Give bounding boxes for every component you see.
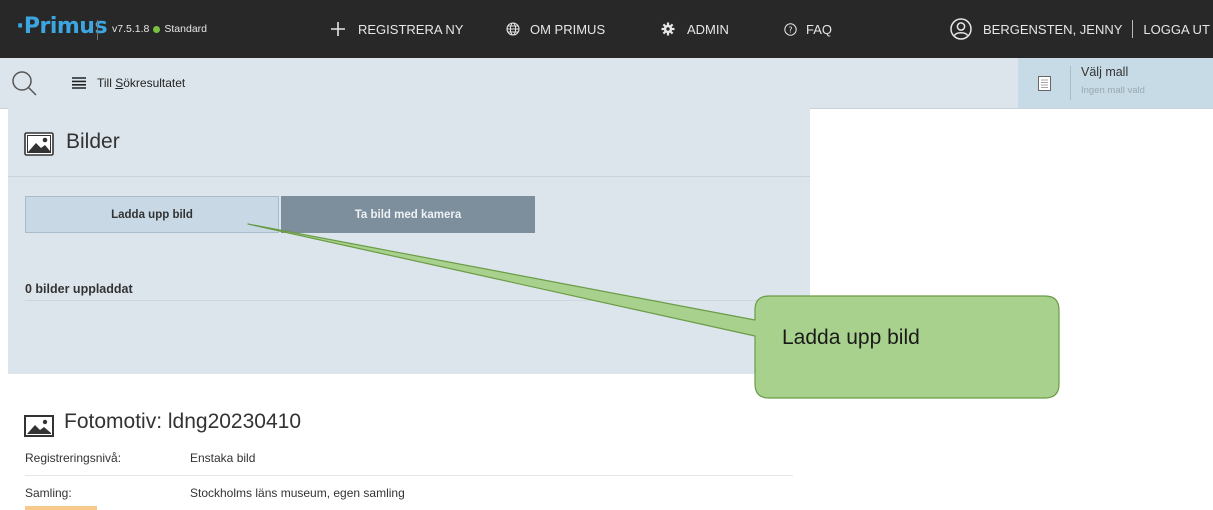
- images-panel: [8, 108, 810, 374]
- template-icon: [1038, 76, 1051, 91]
- record-field-label: Registreringsnivå:: [25, 451, 122, 465]
- admin-label: ADMIN: [687, 21, 729, 37]
- help-circle-icon: ?: [784, 22, 797, 36]
- record-row-divider: [25, 475, 793, 476]
- logo-divider: [97, 20, 98, 40]
- image-icon: [24, 132, 54, 156]
- about-menu[interactable]: OM PRIMUS: [506, 0, 605, 58]
- results-link-rest: ökresultatet: [123, 76, 186, 90]
- faq-menu[interactable]: ? FAQ: [784, 0, 832, 58]
- register-new-label: REGISTRERA NY: [358, 21, 464, 37]
- logout-link[interactable]: LOGGA UT: [1143, 22, 1209, 37]
- edition-label: Standard: [164, 23, 207, 35]
- svg-text:?: ?: [788, 25, 792, 34]
- globe-icon: [506, 22, 520, 36]
- record-title: Fotomotiv: ldng20230410: [64, 410, 301, 433]
- about-label: OM PRIMUS: [530, 21, 606, 37]
- upload-image-button[interactable]: Ladda upp bild: [25, 196, 279, 233]
- faq-label: FAQ: [806, 21, 833, 37]
- version-number: v7.5.1.8: [112, 23, 150, 35]
- template-divider: [1070, 66, 1071, 100]
- orange-tab-marker: [25, 506, 97, 510]
- images-panel-divider: [8, 176, 810, 177]
- user-name[interactable]: BERGENSTEN, JENNY: [983, 22, 1122, 37]
- user-area: BERGENSTEN, JENNY LOGGA UT: [950, 0, 1210, 58]
- template-selector[interactable]: Välj mall Ingen mall vald: [1018, 58, 1213, 108]
- gear-icon: [661, 22, 675, 36]
- user-avatar-icon[interactable]: [950, 18, 972, 40]
- list-icon: [72, 77, 86, 89]
- back-to-search-results-link[interactable]: Till Sökresultatet: [72, 58, 185, 108]
- callout-text: Ladda upp bild: [782, 326, 920, 349]
- uploaded-count: 0 bilder uppladdat: [25, 282, 133, 296]
- search-icon[interactable]: [10, 70, 40, 98]
- images-section-title: Bilder: [66, 130, 120, 153]
- admin-menu[interactable]: ADMIN: [661, 0, 729, 58]
- record-field-value: Enstaka bild: [190, 451, 256, 465]
- results-link-prefix: Till: [97, 76, 116, 90]
- status-dot-icon: [153, 25, 161, 33]
- primus-logo[interactable]: ·Primus: [16, 14, 108, 39]
- results-link-accesskey: S: [115, 76, 124, 90]
- photo-icon: [24, 415, 54, 437]
- count-divider: [25, 300, 795, 301]
- record-field-label: Samling:: [25, 486, 72, 500]
- take-photo-button[interactable]: Ta bild med kamera: [281, 196, 535, 233]
- plus-icon: [331, 22, 345, 36]
- top-navigation-bar: ·Primus v7.5.1.8 Standard REGISTRERA NY …: [0, 0, 1213, 58]
- register-new-menu[interactable]: REGISTRERA NY: [330, 0, 463, 58]
- version-info: v7.5.1.8 Standard: [112, 0, 207, 58]
- user-divider: [1132, 20, 1134, 38]
- record-field-value: Stockholms läns museum, egen samling: [190, 486, 405, 500]
- template-subtitle: Ingen mall vald: [1081, 85, 1145, 96]
- template-title: Välj mall: [1081, 65, 1129, 79]
